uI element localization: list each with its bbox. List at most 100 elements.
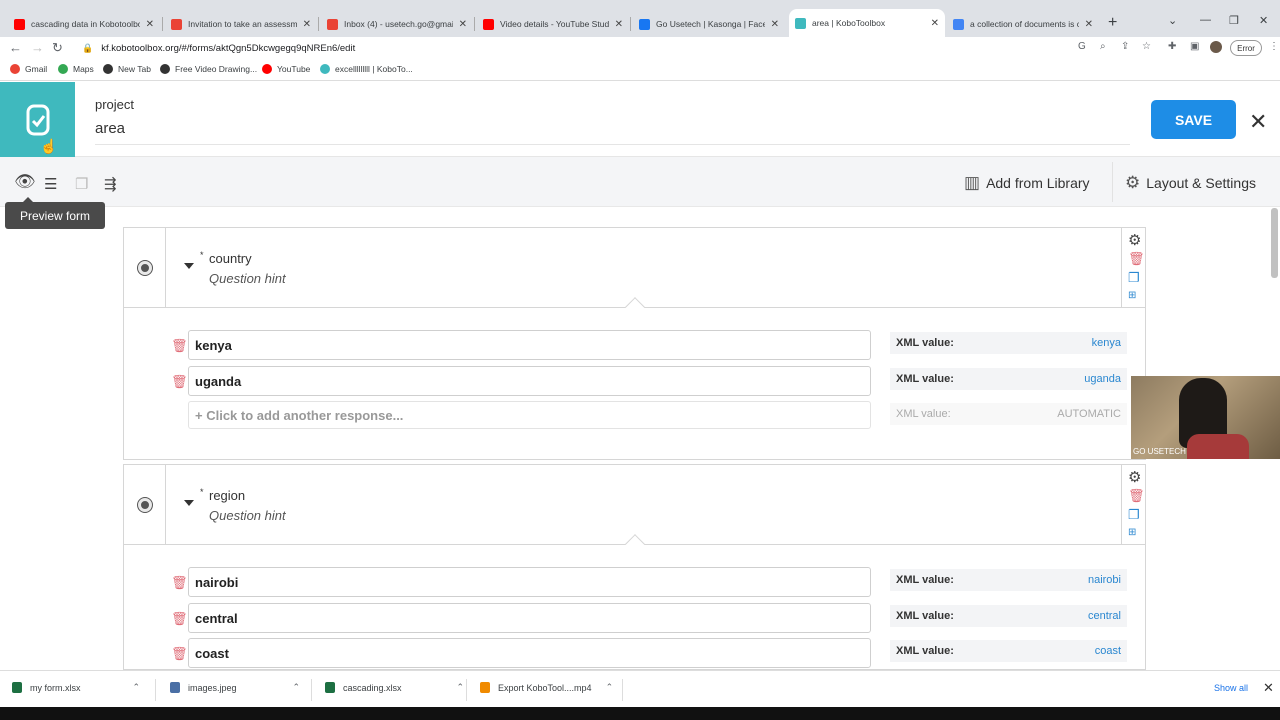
close-tab-icon[interactable]: ✕ xyxy=(771,19,779,30)
close-tab-icon[interactable]: ✕ xyxy=(146,19,154,30)
url-field[interactable]: 🔒 kf.kobotoolbox.org/#/forms/aktQgn5Dkcw… xyxy=(74,38,1074,58)
lock-icon[interactable]: 🔒 xyxy=(82,43,93,54)
browser-tab-bar: cascading data in Kobotoolbox ✕ Invitatio… xyxy=(0,0,1280,37)
save-button[interactable]: SAVE xyxy=(1151,100,1236,139)
zoom-icon[interactable]: ⌕ xyxy=(1100,41,1106,52)
browser-tab-active[interactable]: area | KoboToolbox ✕ xyxy=(789,9,945,37)
bookmark-star-icon[interactable]: ☆ xyxy=(1142,41,1151,52)
chevron-up-icon[interactable]: ⌃ xyxy=(606,682,614,693)
forward-icon[interactable]: → xyxy=(31,40,44,55)
toolbar-divider xyxy=(1112,162,1113,202)
drag-handle[interactable] xyxy=(124,465,166,544)
restore-icon[interactable]: ❐ xyxy=(1229,14,1239,27)
bookmark-new-tab[interactable]: New Tab xyxy=(103,64,151,74)
share-icon[interactable]: ⇪ xyxy=(1121,41,1129,52)
error-badge[interactable]: Error xyxy=(1230,40,1262,56)
delete-option-icon[interactable]: 🗑 xyxy=(171,374,188,390)
bookmark-maps[interactable]: Maps xyxy=(58,64,94,74)
close-icon[interactable]: ✕ xyxy=(1249,109,1267,135)
add-from-library-button[interactable]: ▥ Add from Library xyxy=(964,173,1090,193)
select-one-icon xyxy=(137,260,152,275)
browser-tab[interactable]: Invitation to take an assessment✕ xyxy=(165,13,317,35)
delete-trash-icon[interactable]: 🗑 xyxy=(1128,251,1145,267)
collapse-caret-icon[interactable] xyxy=(184,500,194,506)
option-label-input[interactable]: kenya xyxy=(188,330,871,360)
add-to-library-icon[interactable]: ⊞ xyxy=(1128,527,1136,538)
close-downloads-icon[interactable]: ✕ xyxy=(1263,680,1274,696)
menu-dots-icon[interactable]: ⋮ xyxy=(1269,41,1279,52)
delete-option-icon[interactable]: 🗑 xyxy=(171,646,188,662)
bookmark-youtube[interactable]: YouTube xyxy=(262,64,310,74)
delete-trash-icon[interactable]: 🗑 xyxy=(1128,488,1145,504)
extensions-icon[interactable]: ✚ xyxy=(1168,41,1176,52)
preview-eye-icon[interactable]: 👁 xyxy=(14,172,36,192)
new-tab-icon[interactable]: + xyxy=(1108,14,1117,32)
bookmark-free-video-drawing[interactable]: Free Video Drawing... xyxy=(160,64,257,74)
layout-settings-button[interactable]: ⚙ Layout & Settings xyxy=(1125,173,1256,193)
option-label-input[interactable]: central xyxy=(188,603,871,633)
delete-option-icon[interactable]: 🗑 xyxy=(171,575,188,591)
question-label[interactable]: country xyxy=(209,251,252,266)
browser-tab[interactable]: a collection of documents is called✕ xyxy=(947,13,1099,35)
question-card[interactable]: * country Question hint ⚙ 🗑 ❐ ⊞ xyxy=(123,227,1146,317)
browser-tab[interactable]: Inbox (4) - usetech.go@gmail.com✕ xyxy=(321,13,473,35)
option-label-input[interactable]: coast xyxy=(188,638,871,668)
show-all-downloads-link[interactable]: Show all xyxy=(1214,683,1248,693)
download-item[interactable]: cascading.xlsx ⌃ xyxy=(325,682,464,693)
delete-option-icon[interactable]: 🗑 xyxy=(171,338,188,354)
xml-value-field: XML value: AUTOMATIC xyxy=(890,403,1127,425)
google-translate-icon[interactable]: G xyxy=(1078,41,1086,52)
group-questions-icon[interactable]: ☰ xyxy=(44,175,57,193)
download-item[interactable]: my form.xlsx ⌃ xyxy=(12,682,140,693)
delete-option-icon[interactable]: 🗑 xyxy=(171,611,188,627)
tab-search-icon[interactable]: ⌄ xyxy=(1168,14,1177,27)
option-label-input[interactable]: uganda xyxy=(188,366,871,396)
xml-value-field[interactable]: XML value: central xyxy=(890,605,1127,627)
add-to-library-icon[interactable]: ⊞ xyxy=(1128,290,1136,301)
window-close-icon[interactable]: ✕ xyxy=(1259,14,1268,27)
select-one-icon xyxy=(137,497,152,512)
webcam-overlay: GO USETECH xyxy=(1131,376,1280,459)
scrollbar-thumb[interactable] xyxy=(1271,208,1278,278)
chevron-up-icon[interactable]: ⌃ xyxy=(133,682,141,693)
xml-value-field[interactable]: XML value: coast xyxy=(890,640,1127,662)
reload-icon[interactable]: ↻ xyxy=(52,40,63,56)
profile-avatar[interactable] xyxy=(1210,41,1222,53)
xml-value-field[interactable]: XML value: nairobi xyxy=(890,569,1127,591)
browser-tab[interactable]: Video details - YouTube Studio ✕ xyxy=(477,13,629,35)
duplicate-icon[interactable]: ❐ xyxy=(1128,507,1140,523)
settings-gear-icon[interactable]: ⚙ xyxy=(1128,468,1141,486)
close-tab-icon[interactable]: ✕ xyxy=(615,19,623,30)
close-tab-icon[interactable]: ✕ xyxy=(931,18,939,29)
project-name-input[interactable]: area xyxy=(95,120,1130,145)
browser-tab[interactable]: cascading data in Kobotoolbox ✕ xyxy=(8,13,160,35)
browser-tab[interactable]: Go Usetech | Kasonga | Facebook✕ xyxy=(633,13,785,35)
sidebar-icon[interactable]: ▣ xyxy=(1190,41,1199,52)
close-tab-icon[interactable]: ✕ xyxy=(459,19,467,30)
option-label-input[interactable]: nairobi xyxy=(188,567,871,597)
download-item[interactable]: images.jpeg ⌃ xyxy=(170,682,300,693)
question-hint[interactable]: Question hint xyxy=(209,271,286,286)
minimize-icon[interactable]: — xyxy=(1200,14,1211,26)
bookmark-gmail[interactable]: Gmail xyxy=(10,64,47,74)
collapse-caret-icon[interactable] xyxy=(184,263,194,269)
chevron-up-icon[interactable]: ⌃ xyxy=(457,682,465,693)
question-hint[interactable]: Question hint xyxy=(209,508,286,523)
chevron-up-icon[interactable]: ⌃ xyxy=(293,682,301,693)
close-tab-icon[interactable]: ✕ xyxy=(303,19,311,30)
download-item[interactable]: Export KoboTool....mp4 ⌃ xyxy=(480,682,613,693)
question-card[interactable]: * region Question hint ⚙ 🗑 ❐ ⊞ xyxy=(123,464,1146,554)
back-icon[interactable]: ← xyxy=(9,40,22,55)
kobo-logo[interactable] xyxy=(0,82,75,157)
clone-icon[interactable]: ❐ xyxy=(75,175,88,193)
duplicate-icon[interactable]: ❐ xyxy=(1128,270,1140,286)
bookmark-excel-kobo[interactable]: excelllllllll | KoboTo... xyxy=(320,64,413,74)
settings-gear-icon[interactable]: ⚙ xyxy=(1128,231,1141,249)
xml-value-field[interactable]: XML value: uganda xyxy=(890,368,1127,390)
xml-value-field[interactable]: XML value: kenya xyxy=(890,332,1127,354)
drag-handle[interactable] xyxy=(124,228,166,307)
add-response-button[interactable]: + Click to add another response... xyxy=(188,401,871,429)
question-label[interactable]: region xyxy=(209,488,245,503)
close-tab-icon[interactable]: ✕ xyxy=(1085,19,1093,30)
skip-logic-icon[interactable]: ⇶ xyxy=(104,175,117,193)
